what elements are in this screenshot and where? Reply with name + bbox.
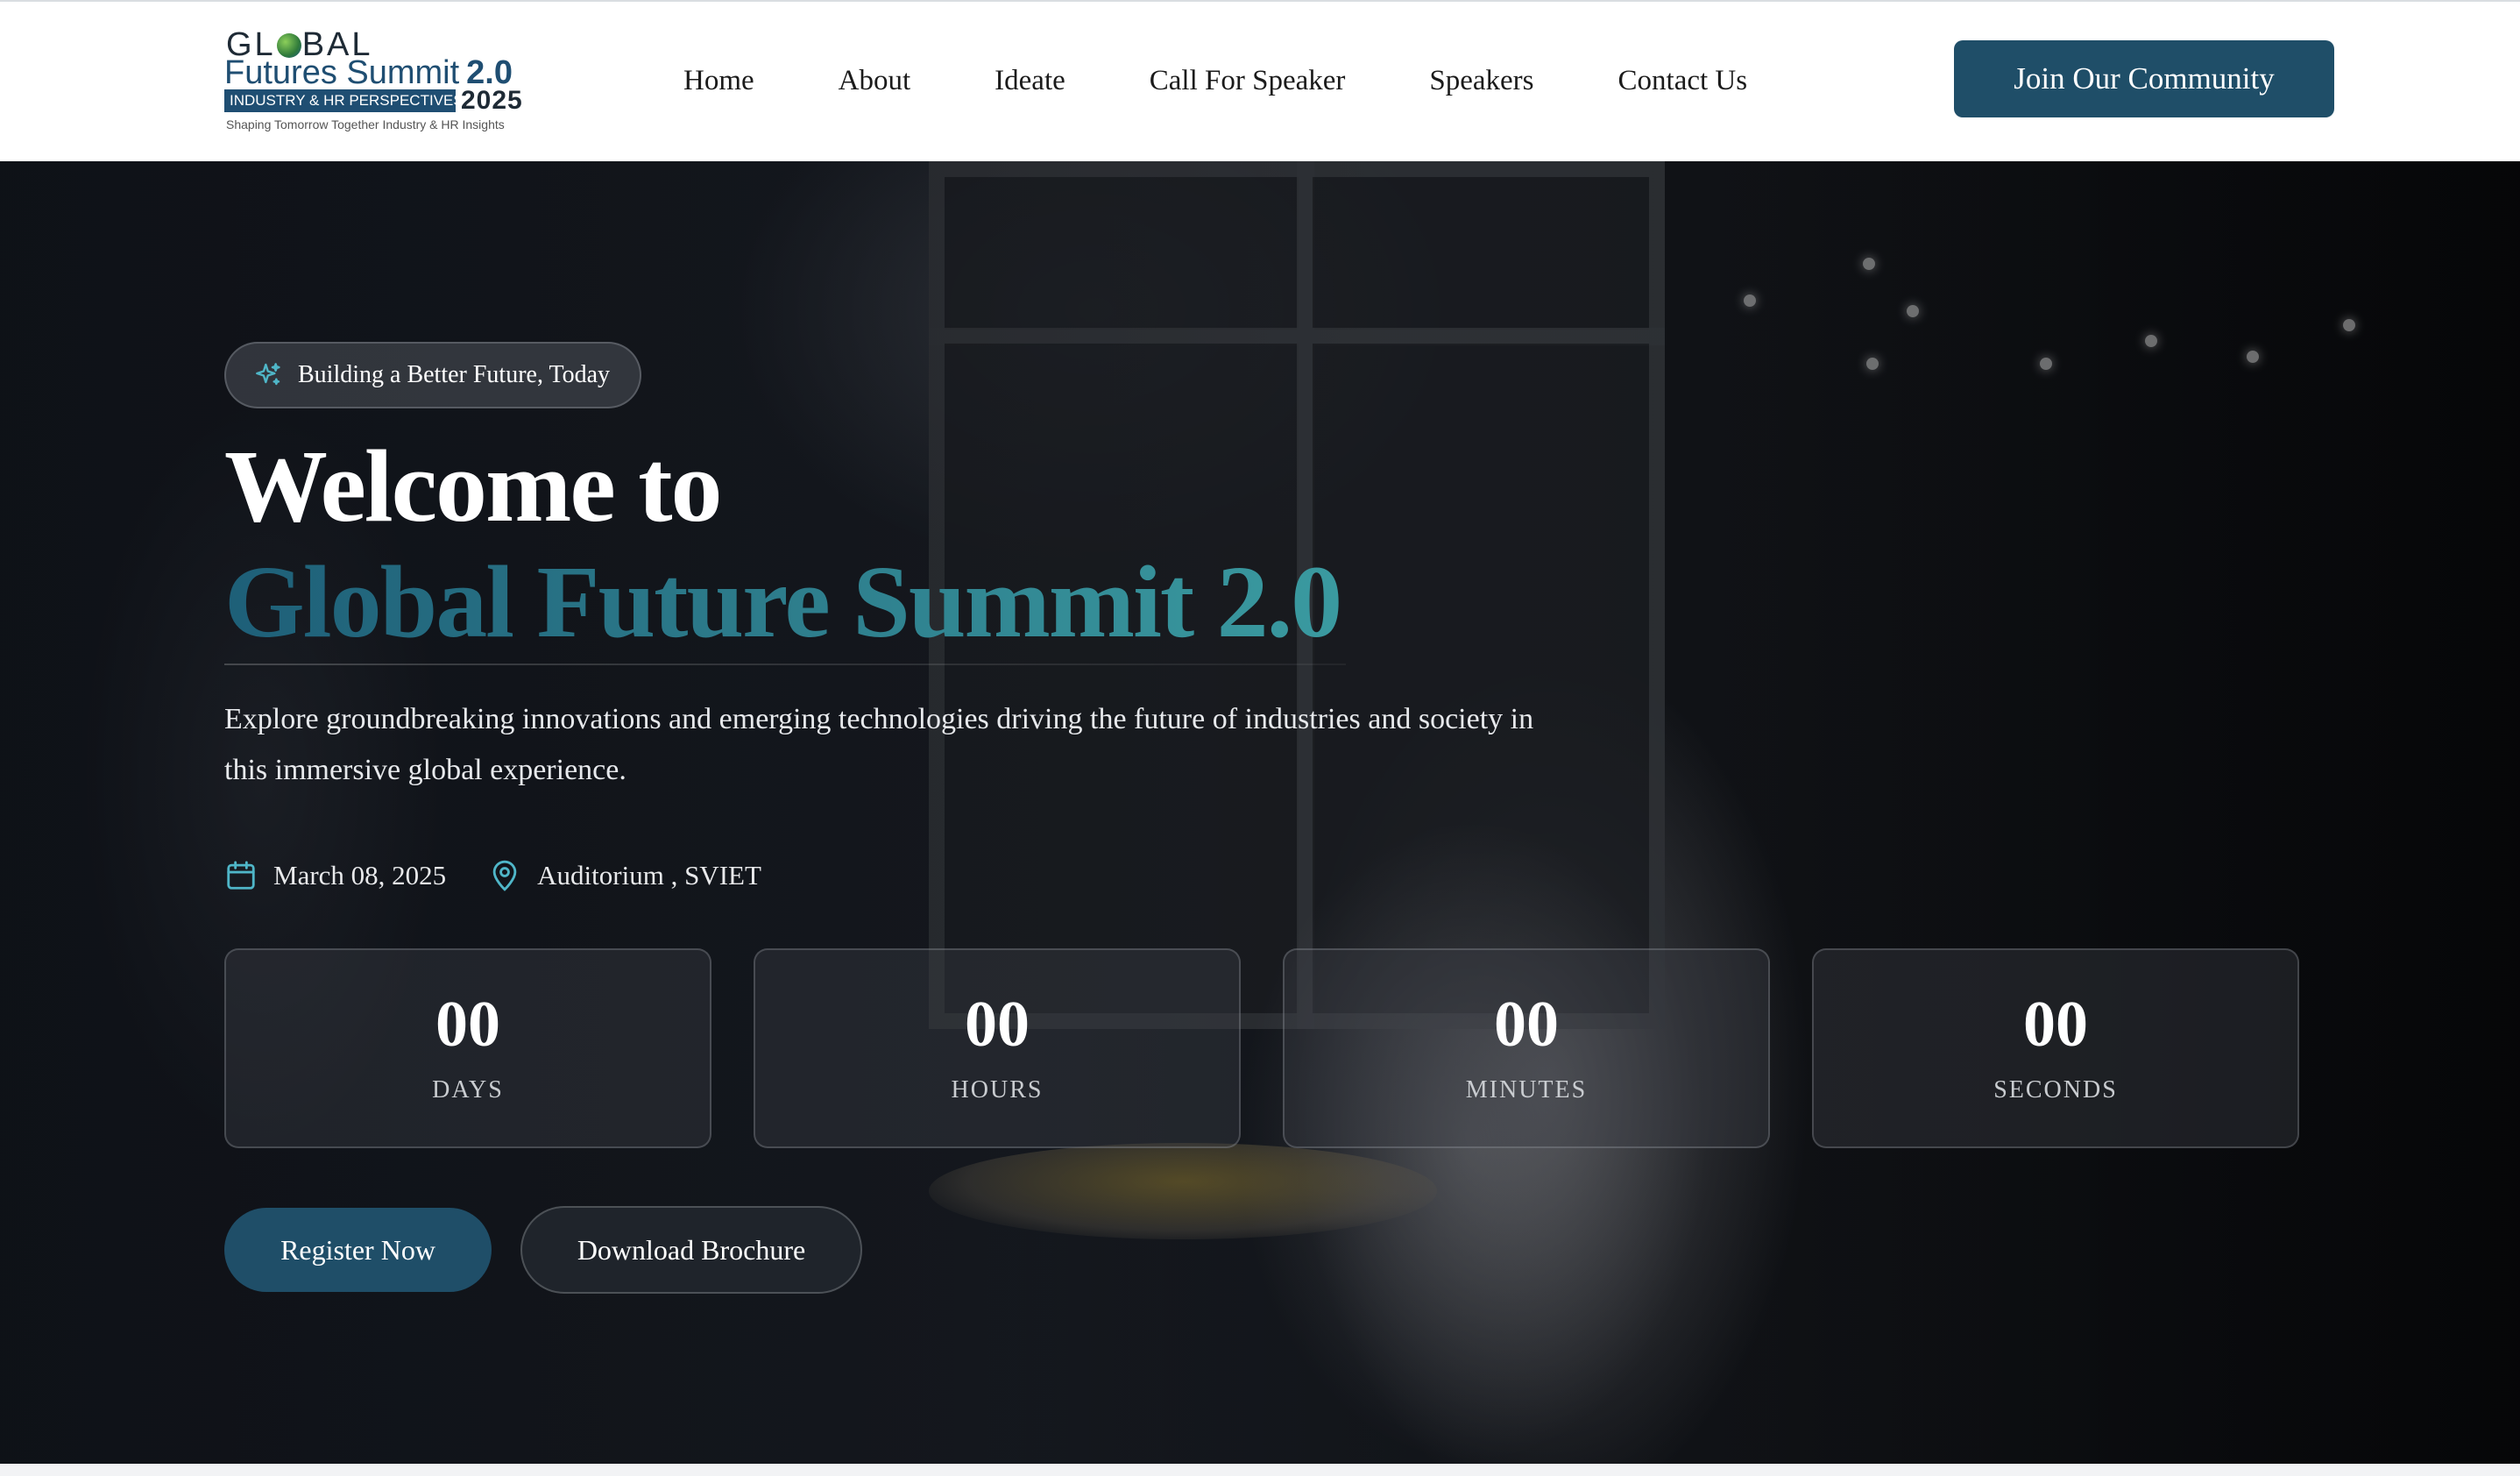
event-date: March 08, 2025	[224, 858, 446, 893]
nav-speakers[interactable]: Speakers	[1429, 65, 1533, 97]
main-nav: Home About Ideate Call For Speaker Speak…	[683, 54, 1747, 107]
download-brochure-button[interactable]: Download Brochure	[520, 1206, 862, 1294]
nav-call-for-speaker[interactable]: Call For Speaker	[1150, 65, 1346, 97]
countdown-seconds-value: 00	[2023, 989, 2088, 1061]
countdown-minutes-label: MINUTES	[1465, 1076, 1588, 1103]
countdown-seconds: 00 SECONDS	[1812, 948, 2299, 1148]
hero-badge-text: Building a Better Future, Today	[298, 361, 611, 388]
nav-contact-us[interactable]: Contact Us	[1618, 65, 1748, 97]
hero-title-line1: Welcome to	[224, 429, 722, 543]
countdown-hours: 00 HOURS	[754, 948, 1241, 1148]
event-location: Auditorium , SVIET	[488, 858, 761, 893]
page-bottom-strip	[0, 1464, 2520, 1476]
countdown-days-value: 00	[435, 989, 500, 1061]
countdown-days-label: DAYS	[432, 1076, 504, 1103]
nav-home[interactable]: Home	[683, 65, 754, 97]
hero-divider	[224, 663, 1346, 665]
summit-logo[interactable]: GL BAL Futures Summit 2.0 INDUSTRY & HR PE…	[224, 26, 531, 137]
logo-year: 2025	[461, 86, 523, 115]
logo-tagline: Shaping Tomorrow Together Industry & HR …	[226, 117, 505, 131]
register-now-button[interactable]: Register Now	[224, 1208, 492, 1292]
event-location-text: Auditorium , SVIET	[537, 860, 761, 891]
countdown-hours-value: 00	[965, 989, 1030, 1061]
join-community-button[interactable]: Join Our Community	[1954, 40, 2334, 117]
logo-futures-summit: Futures Summit	[224, 54, 460, 91]
countdown-seconds-label: SECONDS	[1993, 1076, 2118, 1103]
countdown-days: 00 DAYS	[224, 948, 711, 1148]
logo-band: INDUSTRY & HR PERSPECTIVES	[224, 89, 464, 112]
hero-badge: Building a Better Future, Today	[224, 342, 642, 408]
hero-title-line2: Global Future Summit 2.0	[224, 540, 1342, 664]
hero-description: Explore groundbreaking innovations and e…	[224, 703, 1534, 786]
nav-ideate[interactable]: Ideate	[995, 65, 1065, 97]
countdown-hours-label: HOURS	[951, 1076, 1044, 1103]
event-date-text: March 08, 2025	[273, 860, 447, 891]
map-pin-icon	[492, 860, 517, 891]
sparkle-icon	[256, 363, 280, 386]
countdown-timer: 00 DAYS 00 HOURS 00 MINUTES 00 SECONDS	[224, 948, 2299, 1148]
countdown-minutes: 00 MINUTES	[1283, 948, 1770, 1148]
calendar-icon	[227, 861, 255, 890]
countdown-minutes-value: 00	[1494, 989, 1559, 1061]
site-header: GL BAL Futures Summit 2.0 INDUSTRY & HR PE…	[0, 2, 2520, 161]
hero-section: Building a Better Future, Today Welcome …	[0, 161, 2520, 1464]
event-meta: March 08, 2025 Auditorium , SVIET	[224, 852, 803, 899]
nav-about[interactable]: About	[839, 65, 911, 97]
